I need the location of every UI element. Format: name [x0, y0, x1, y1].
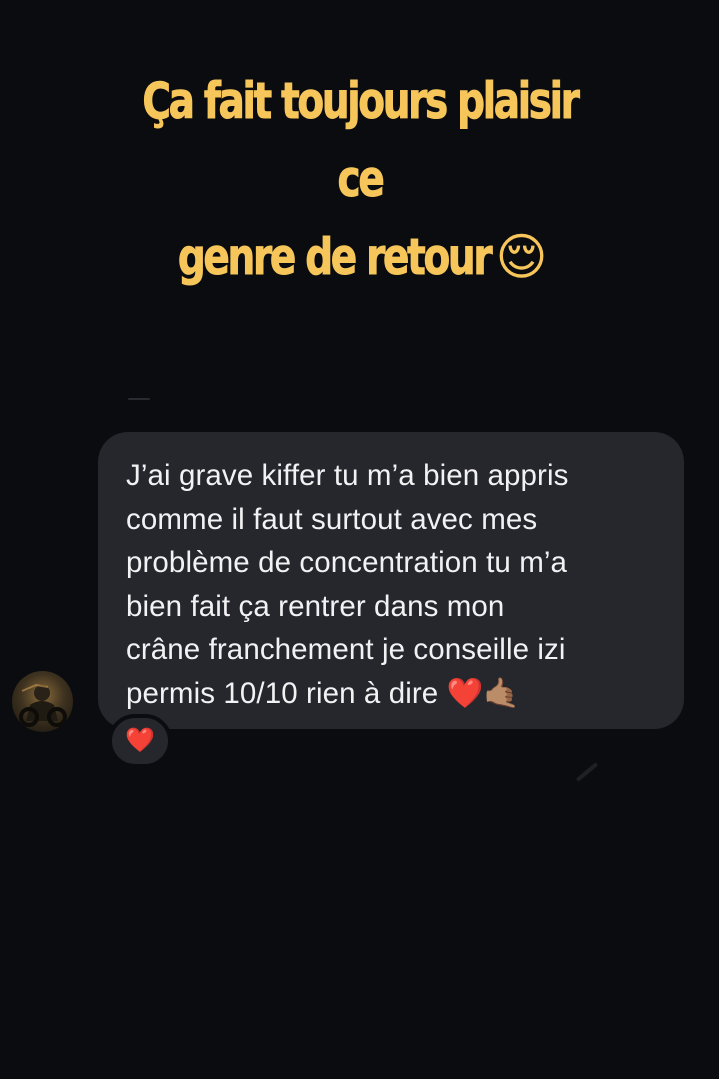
message-bubble[interactable]: J’ai grave kiffer tu m’a bien appris com… [98, 432, 684, 729]
message-line: bien fait ça rentrer dans mon [126, 589, 505, 623]
heart-icon: ❤️ [125, 727, 155, 754]
story-caption: Ça fait toujours plaisir ce genre de ret… [126, 62, 594, 296]
avatar-photo-icon [19, 683, 67, 727]
message-line: J’ai grave kiffer tu m’a bien appris [126, 459, 569, 492]
story-screen: Ça fait toujours plaisir ce genre de ret… [0, 0, 719, 1079]
sender-avatar[interactable] [12, 671, 73, 732]
decorative-mark [128, 398, 150, 400]
message-line: problème de concentration tu m’a [126, 546, 568, 579]
message-line: comme il faut surtout avec mes [126, 502, 538, 536]
message-line: crâne franchement je conseille izi [126, 633, 566, 666]
decorative-stroke [575, 762, 599, 782]
message-text: J’ai grave kiffer tu m’a bien appris com… [126, 454, 662, 715]
message-line: permis 10/10 rien à dire ❤️🤙🏽 [126, 676, 521, 710]
heart-reaction-badge[interactable]: ❤️ [108, 714, 172, 768]
caption-line-2-text: genre de retour [177, 228, 492, 287]
caption-line-2: genre de retour 😌 [126, 218, 594, 296]
relieved-face-emoji-icon: 😌 [495, 228, 548, 286]
caption-line-1: Ça fait toujours plaisir ce [142, 72, 580, 209]
